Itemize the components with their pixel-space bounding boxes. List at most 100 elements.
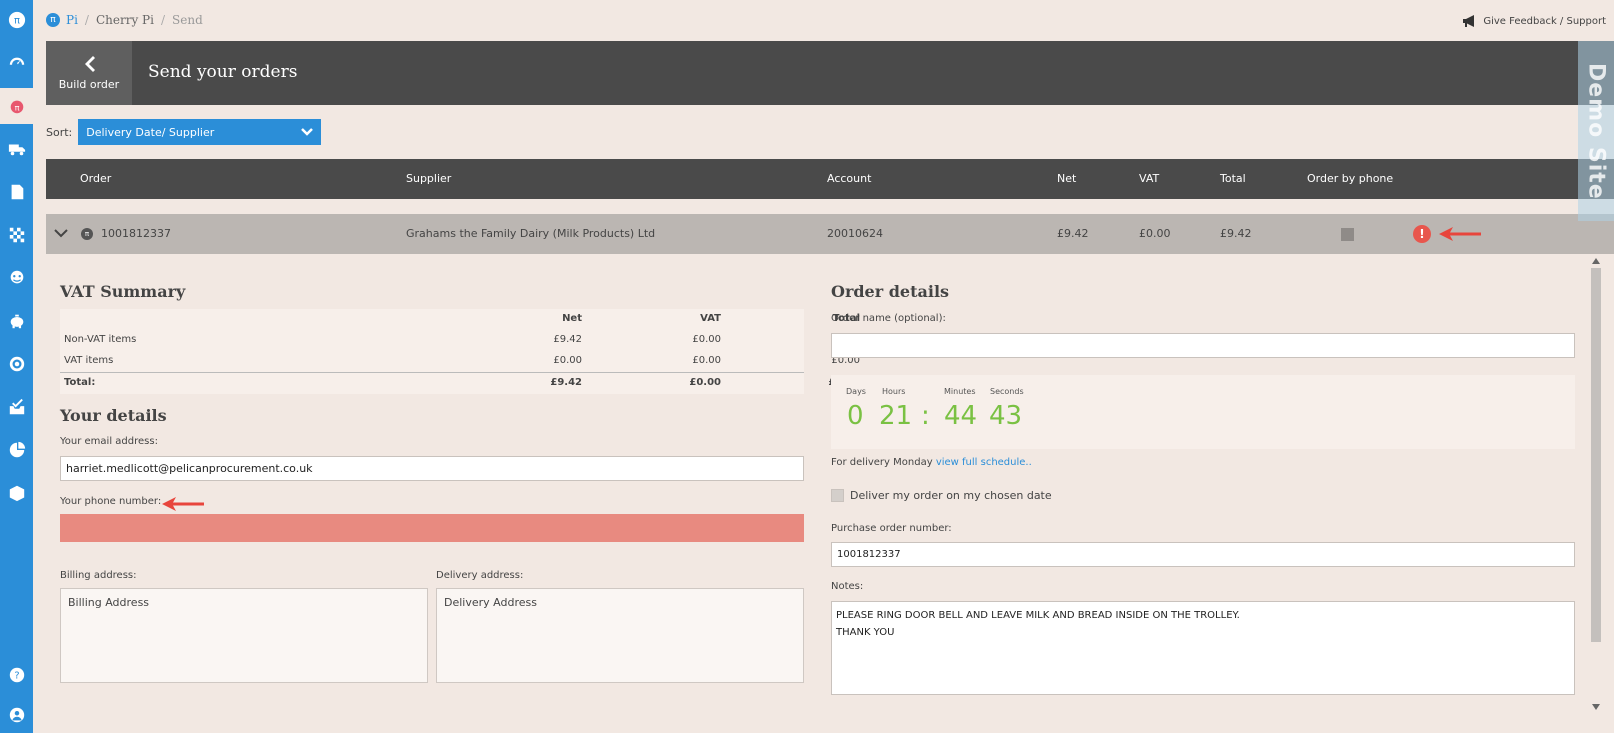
deliver-on-date-checkbox[interactable] bbox=[831, 489, 844, 502]
view-schedule-link[interactable]: view full schedule.. bbox=[936, 457, 1032, 468]
breadcrumb: π Pi / Cherry Pi / Send bbox=[46, 12, 203, 28]
po-number-field[interactable]: 1001812337 bbox=[831, 542, 1575, 567]
column-header-total[interactable]: Total bbox=[1220, 159, 1246, 199]
countdown-hours-label: Hours bbox=[882, 387, 906, 396]
vat-row-label: VAT items bbox=[64, 355, 114, 366]
breadcrumb-link-pi[interactable]: Pi bbox=[66, 13, 78, 27]
countdown-separator: : bbox=[921, 401, 930, 431]
feedback-link[interactable]: Give Feedback / Support bbox=[1462, 14, 1606, 28]
phone-field[interactable] bbox=[60, 514, 804, 542]
vat-header-vat: VAT bbox=[700, 313, 721, 324]
table-row: Total: £9.42 £0.00 £9.42 bbox=[60, 372, 860, 393]
order-net: £9.42 bbox=[1057, 227, 1089, 240]
dashboard-icon[interactable] bbox=[0, 45, 33, 81]
account-number: 20010624 bbox=[827, 227, 883, 240]
table-row[interactable]: π 1001812337 Grahams the Family Dairy (M… bbox=[46, 214, 1614, 254]
countdown-days: 0 bbox=[847, 401, 864, 431]
document-icon[interactable] bbox=[0, 174, 33, 210]
vat-row-vat: £0.00 bbox=[692, 355, 721, 366]
user-icon[interactable] bbox=[0, 697, 33, 733]
pi-logo-icon[interactable]: π bbox=[0, 2, 33, 38]
order-number: 1001812337 bbox=[101, 227, 171, 240]
supplier-name: Grahams the Family Dairy (Milk Products)… bbox=[406, 227, 656, 240]
countdown-seconds-label: Seconds bbox=[990, 387, 1024, 396]
column-header-account[interactable]: Account bbox=[827, 159, 871, 199]
column-header-vat[interactable]: VAT bbox=[1139, 159, 1159, 199]
vat-summary-table: Net VAT Total Non-VAT items £9.42 £0.00 … bbox=[60, 309, 860, 394]
vat-header-net: Net bbox=[562, 313, 582, 324]
piggy-bank-icon[interactable] bbox=[0, 303, 33, 339]
breadcrumb-link-cherry-pi[interactable]: Cherry Pi bbox=[96, 13, 154, 27]
scroll-down-icon[interactable] bbox=[1590, 702, 1602, 712]
billing-address-field[interactable]: Billing Address bbox=[60, 588, 428, 683]
delivery-truck-icon[interactable] bbox=[0, 131, 33, 167]
notes-field[interactable]: PLEASE RING DOOR BELL AND LEAVE MILK AND… bbox=[831, 601, 1575, 695]
column-header-order-by-phone[interactable]: Order by phone bbox=[1307, 159, 1393, 199]
annotation-arrow-icon bbox=[162, 497, 204, 514]
sort-selected-value: Delivery Date/ Supplier bbox=[86, 125, 215, 139]
checkered-flag-icon[interactable] bbox=[0, 217, 33, 253]
chef-icon[interactable] bbox=[0, 260, 33, 296]
chevron-down-icon bbox=[301, 128, 314, 136]
page-header: Build order Send your orders Demo Site bbox=[46, 41, 1614, 221]
breadcrumb-current: Send bbox=[172, 13, 203, 27]
sort-label: Sort: bbox=[46, 125, 73, 139]
email-field[interactable]: harriet.medlicott@pelicanprocurement.co.… bbox=[60, 456, 804, 481]
table-row: Net VAT Total bbox=[60, 309, 860, 330]
order-by-phone-checkbox[interactable] bbox=[1341, 228, 1354, 241]
order-total: £9.42 bbox=[1220, 227, 1252, 240]
cutoff-countdown: Days Hours Minutes Seconds 0 21 : 44 43 bbox=[831, 375, 1575, 449]
email-label: Your email address: bbox=[60, 436, 158, 447]
scroll-up-icon[interactable] bbox=[1590, 256, 1602, 266]
phone-label: Your phone number: bbox=[60, 496, 162, 507]
order-pi-icon: π bbox=[81, 228, 93, 240]
vat-row-net: £9.42 bbox=[553, 334, 582, 345]
delivery-info: For delivery Monday view full schedule.. bbox=[831, 457, 1032, 468]
sort-select[interactable]: Delivery Date/ Supplier bbox=[78, 119, 322, 145]
warning-icon[interactable]: ! bbox=[1413, 225, 1431, 243]
deliver-on-date-label[interactable]: Deliver my order on my chosen date bbox=[850, 489, 1052, 502]
scrollbar-thumb[interactable] bbox=[1591, 268, 1601, 642]
chevron-left-icon bbox=[85, 56, 95, 72]
countdown-hours: 21 bbox=[879, 401, 913, 431]
demo-site-watermark: Demo Site bbox=[1578, 41, 1614, 221]
column-header-supplier[interactable]: Supplier bbox=[406, 159, 451, 199]
notes-label: Notes: bbox=[831, 581, 864, 592]
target-icon[interactable] bbox=[0, 346, 33, 382]
inbox-check-icon[interactable] bbox=[0, 389, 33, 425]
vat-row-vat: £0.00 bbox=[692, 334, 721, 345]
countdown-days-label: Days bbox=[846, 387, 866, 396]
vat-summary-title: VAT Summary bbox=[60, 282, 186, 301]
column-header-net[interactable]: Net bbox=[1057, 159, 1076, 199]
pi-logo-icon: π bbox=[46, 13, 60, 27]
svg-text:π: π bbox=[14, 16, 20, 27]
breadcrumb-separator: / bbox=[84, 13, 89, 27]
breadcrumb-separator: / bbox=[160, 13, 166, 27]
build-order-back-button[interactable]: Build order bbox=[46, 41, 132, 105]
order-vat: £0.00 bbox=[1139, 227, 1171, 240]
countdown-seconds: 43 bbox=[989, 401, 1023, 431]
order-name-label: Order name (optional): bbox=[831, 313, 946, 324]
order-name-field[interactable] bbox=[831, 333, 1575, 358]
page-title: Send your orders bbox=[148, 62, 298, 82]
table-row: VAT items £0.00 £0.00 £0.00 bbox=[60, 351, 860, 372]
app-sidebar: π π ? bbox=[0, 0, 33, 733]
sort-control: Sort: Delivery Date/ Supplier bbox=[46, 119, 322, 145]
column-header-order[interactable]: Order bbox=[80, 159, 111, 199]
cherry-pi-icon[interactable]: π bbox=[0, 88, 33, 124]
chevron-down-icon[interactable] bbox=[54, 228, 68, 238]
pie-chart-icon[interactable] bbox=[0, 432, 33, 468]
vat-row-label: Total: bbox=[64, 377, 96, 388]
details-scrollbar[interactable] bbox=[1590, 256, 1602, 726]
feedback-label: Give Feedback / Support bbox=[1483, 15, 1606, 27]
back-button-label: Build order bbox=[58, 78, 120, 91]
svg-text:?: ? bbox=[14, 671, 19, 682]
table-row: Non-VAT items £9.42 £0.00 £9.42 bbox=[60, 330, 860, 351]
help-icon[interactable]: ? bbox=[0, 657, 33, 693]
delivery-address-label: Delivery address: bbox=[436, 570, 524, 581]
po-number-label: Purchase order number: bbox=[831, 523, 952, 534]
delivery-address-field[interactable]: Delivery Address bbox=[436, 588, 804, 683]
box-icon[interactable] bbox=[0, 475, 33, 511]
orders-table-header: Order Supplier Account Net VAT Total Ord… bbox=[46, 159, 1614, 199]
delivery-day-text: For delivery Monday bbox=[831, 457, 933, 468]
